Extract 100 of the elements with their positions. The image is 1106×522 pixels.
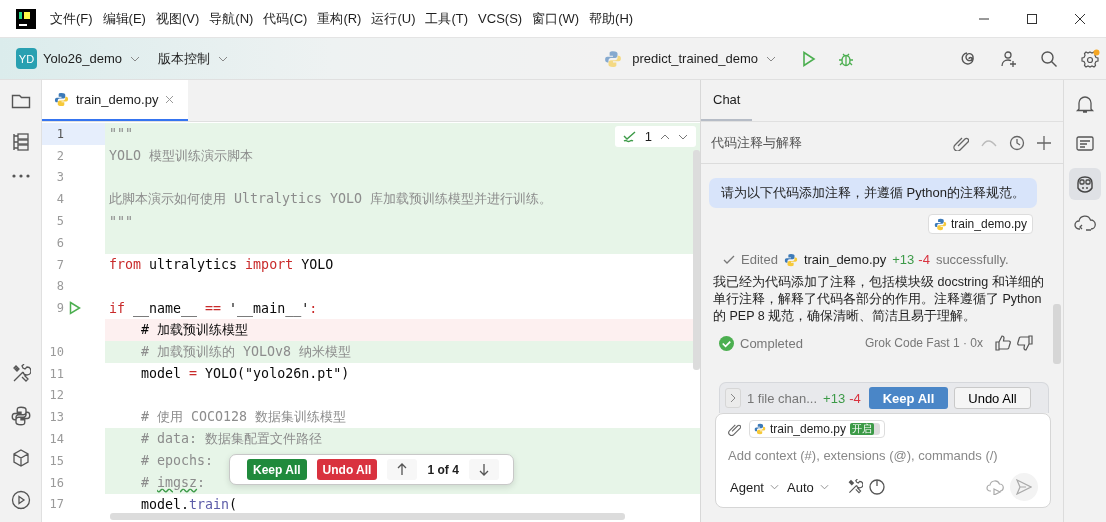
folder-icon[interactable] bbox=[10, 92, 31, 110]
python-file-icon bbox=[754, 423, 766, 435]
added-count: +13 bbox=[823, 390, 846, 406]
code-line: YOLO 模型训练演示脚本 bbox=[109, 146, 254, 165]
inspection-widget[interactable]: 1 bbox=[614, 126, 696, 147]
run-icon[interactable] bbox=[10, 490, 31, 510]
change-counter: 1 of 4 bbox=[427, 462, 459, 477]
line-number: 17 bbox=[48, 497, 64, 512]
project-name[interactable]: Yolo26_demo bbox=[43, 51, 123, 66]
chevron-down-icon[interactable] bbox=[766, 55, 776, 62]
check-icon bbox=[723, 254, 735, 265]
added-count: +13 bbox=[892, 252, 915, 267]
python-file-icon bbox=[933, 217, 947, 231]
scrollbar-thumb[interactable] bbox=[1053, 304, 1061, 364]
file-tab[interactable]: train_demo.py bbox=[42, 80, 188, 121]
file-chip[interactable]: train_demo.py bbox=[927, 214, 1033, 234]
model-info: Grok Code Fast 1 · 0x bbox=[864, 336, 983, 350]
chat-tab[interactable]: Chat bbox=[701, 80, 753, 121]
toggle-switch[interactable]: 开启 bbox=[850, 423, 881, 435]
thumbs-up-icon[interactable] bbox=[995, 335, 1011, 351]
vcs-menu[interactable]: 版本控制 bbox=[158, 49, 211, 68]
menu-item[interactable]: 运行(U) bbox=[371, 9, 416, 28]
code-line: # imgsz: bbox=[140, 475, 206, 491]
chevron-down-icon[interactable] bbox=[218, 55, 229, 62]
removed-count: -4 bbox=[918, 252, 930, 267]
chevron-right-icon bbox=[730, 393, 736, 403]
app-logo-icon bbox=[16, 8, 36, 29]
status-text: Completed bbox=[740, 335, 803, 351]
arrow-up-button[interactable] bbox=[387, 459, 418, 480]
timer-icon[interactable] bbox=[868, 479, 885, 495]
file-link[interactable]: train_demo.py bbox=[803, 252, 887, 267]
add-icon[interactable] bbox=[1037, 135, 1051, 150]
menu-item[interactable]: 编辑(E) bbox=[102, 9, 146, 28]
assistant-reply: 我已经为代码添加了注释，包括模块级 docstring 和详细的单行注释，解释了代码各部分的作用。注释遵循了 Python 的 PEP 8 规范，确保清晰、简洁且易于理解。 bbox=[713, 274, 1045, 325]
chevron-up-icon[interactable] bbox=[660, 133, 670, 140]
inspection-count: 1 bbox=[644, 129, 652, 144]
menu-item[interactable]: 重构(R) bbox=[317, 9, 362, 28]
code-line: 此脚本演示如何使用 Ultralytics YOLO 库加载预训练模型并进行训练。 bbox=[109, 190, 553, 209]
code-line: # epochs: bbox=[140, 453, 214, 469]
menu-item[interactable]: VCS(S) bbox=[478, 11, 523, 26]
model-dropdown[interactable]: Auto bbox=[787, 479, 814, 495]
document-list-icon bbox=[1075, 134, 1095, 154]
chevron-down-icon[interactable] bbox=[678, 133, 688, 140]
search-icon[interactable] bbox=[1040, 49, 1058, 68]
mode-dropdown[interactable]: Agent bbox=[730, 479, 764, 495]
code-line: model.train( bbox=[140, 496, 238, 512]
tools-icon[interactable] bbox=[846, 479, 863, 495]
line-number: 15 bbox=[48, 453, 64, 468]
menu-item[interactable]: 导航(N) bbox=[209, 9, 254, 28]
scrollbar-thumb[interactable] bbox=[110, 513, 625, 520]
arrow-up-icon bbox=[397, 463, 408, 476]
code-line: """ bbox=[109, 126, 134, 142]
line-number: 11 bbox=[48, 366, 64, 381]
close-icon[interactable] bbox=[1074, 12, 1086, 25]
menu-item[interactable]: 文件(F) bbox=[50, 9, 93, 28]
line-number: 12 bbox=[48, 388, 64, 403]
undo-all-button[interactable]: Undo All bbox=[954, 387, 1031, 409]
structure-icon[interactable] bbox=[11, 132, 30, 152]
keep-all-button[interactable]: Keep All bbox=[868, 387, 949, 409]
code-line: """ bbox=[109, 213, 134, 229]
settings-icon[interactable] bbox=[1080, 48, 1100, 69]
line-number: 7 bbox=[55, 257, 64, 272]
send-icon bbox=[1016, 479, 1032, 495]
menu-item[interactable]: 帮助(H) bbox=[589, 9, 634, 28]
line-number: 16 bbox=[48, 475, 64, 490]
keep-all-button[interactable]: Keep All bbox=[247, 459, 307, 480]
code-line: # data: 数据集配置文件路径 bbox=[140, 430, 323, 449]
packages-icon[interactable] bbox=[10, 448, 31, 468]
copilot-tool-button[interactable] bbox=[1069, 168, 1101, 200]
context-chip[interactable]: train_demo.py 开启 bbox=[749, 420, 886, 438]
chat-input-field[interactable]: Add context (#), extensions (@), commands (/) bbox=[728, 444, 1038, 467]
user-message: 请为以下代码添加注释，并遵循 Python的注释规范。 bbox=[708, 178, 1037, 208]
menu-item[interactable]: 窗口(W) bbox=[532, 9, 580, 28]
history-icon[interactable] bbox=[1009, 134, 1025, 151]
menu-item[interactable]: 工具(T) bbox=[425, 9, 469, 28]
paperclip-icon[interactable] bbox=[728, 422, 741, 436]
expand-button[interactable] bbox=[725, 388, 741, 408]
python-file-icon bbox=[54, 92, 69, 107]
edit-status-label: successfully. bbox=[935, 252, 1009, 267]
chevron-down-icon[interactable] bbox=[130, 55, 141, 62]
run-icon[interactable] bbox=[69, 301, 81, 316]
changes-summary: 1 file chan... bbox=[747, 390, 818, 406]
code-line: if __name__ == '__main__': bbox=[109, 300, 318, 316]
code-line: # 加载预训练模型 bbox=[140, 321, 249, 340]
python-file-icon bbox=[783, 252, 798, 267]
thumbs-down-icon[interactable] bbox=[1017, 335, 1033, 351]
arrow-down-button[interactable] bbox=[468, 459, 499, 480]
code-line: model = YOLO("yolo26n.pt") bbox=[140, 366, 350, 382]
line-number: 8 bbox=[55, 279, 64, 294]
more-icon[interactable] bbox=[11, 174, 30, 178]
add-user-icon[interactable] bbox=[1000, 49, 1018, 68]
undo-all-button[interactable]: Undo All bbox=[316, 459, 378, 480]
scrollbar-thumb[interactable] bbox=[693, 150, 700, 370]
line-number: 4 bbox=[55, 192, 64, 207]
python-icon[interactable] bbox=[10, 406, 31, 426]
line-number: 9 bbox=[55, 301, 64, 316]
menu-item[interactable]: 代码(C) bbox=[263, 9, 308, 28]
maximize-icon[interactable] bbox=[1026, 12, 1038, 25]
run-configuration[interactable]: predict_trained_demo bbox=[632, 51, 758, 66]
menu-item[interactable]: 视图(V) bbox=[155, 9, 200, 28]
